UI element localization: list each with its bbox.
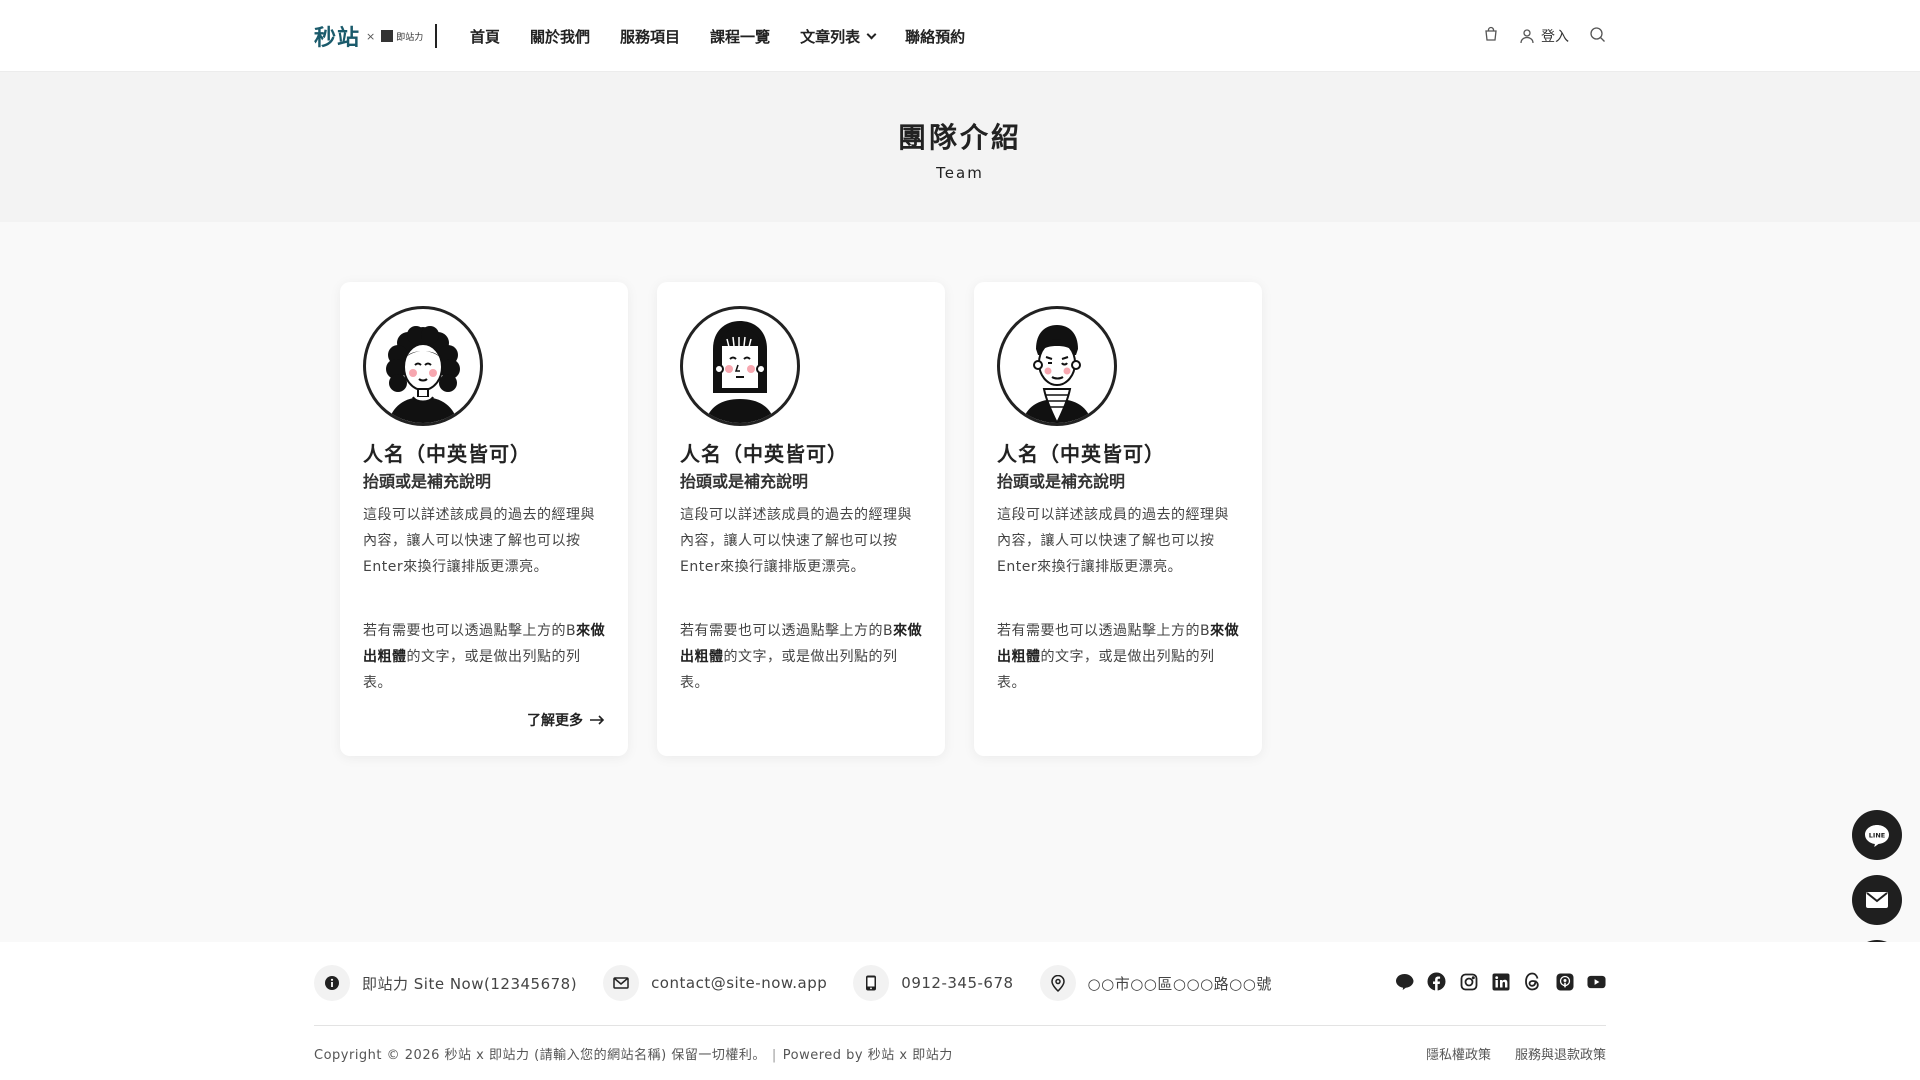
email-button[interactable] bbox=[1852, 875, 1902, 925]
copyright: Copyright © 2026 秒站 x 即站力 (請輸入您的網站名稱) 保留… bbox=[314, 1044, 953, 1063]
member-role: 抬頭或是補充說明 bbox=[363, 472, 492, 491]
team-section: 人名（中英皆可） 抬頭或是補充說明 這段可以詳述該成員的過去的經理與內容，讓人可… bbox=[0, 222, 1920, 942]
nav-label: 聯絡預約 bbox=[905, 27, 966, 46]
logo-x-text: × bbox=[366, 29, 376, 43]
privacy-policy-link[interactable]: 隱私權政策 bbox=[1426, 1044, 1491, 1063]
footer-contacts: 即站力 Site Now(12345678) contact@site-now.… bbox=[314, 964, 1272, 1002]
login-button[interactable]: 登入 bbox=[1519, 26, 1569, 46]
search-icon[interactable] bbox=[1589, 26, 1606, 47]
nav-label: 課程一覽 bbox=[710, 27, 771, 46]
nav-item-courses[interactable]: 課程一覽 bbox=[710, 26, 770, 47]
refund-policy-link[interactable]: 服務與退款政策 bbox=[1515, 1044, 1606, 1063]
company-text: 即站力 Site Now(12345678) bbox=[362, 974, 578, 993]
site-logo[interactable]: 秒站 × 即站力 bbox=[314, 20, 423, 52]
footer-address: ○○市○○區○○○路○○號 bbox=[1039, 965, 1272, 1001]
powered-by-text: Powered by 秒站 x 即站力 bbox=[782, 1048, 953, 1063]
logo-divider bbox=[435, 24, 437, 48]
member-description-extra: 若有需要也可以透過點擊上方的B來做出粗體的文字，或是做出列點的列表。 bbox=[363, 618, 608, 696]
cart-icon[interactable] bbox=[1483, 26, 1499, 46]
learn-more-link[interactable]: 了解更多 bbox=[527, 710, 605, 730]
member-name: 人名（中英皆可） bbox=[997, 442, 1165, 466]
phone-text: 0912-345-678 bbox=[901, 974, 1014, 992]
member-description: 這段可以詳述該成員的過去的經理與內容，讓人可以快速了解也可以按Enter來換行讓… bbox=[680, 507, 912, 575]
nav-label: 文章列表 bbox=[800, 27, 861, 46]
member-name: 人名（中英皆可） bbox=[363, 442, 531, 466]
mail-icon bbox=[1866, 892, 1888, 908]
page-subtitle: Team bbox=[936, 164, 984, 182]
svg-text:LINE: LINE bbox=[1869, 832, 1885, 840]
member-description-extra: 若有需要也可以透過點擊上方的B來做出粗體的文字，或是做出列點的列表。 bbox=[680, 618, 925, 696]
info-icon bbox=[314, 965, 350, 1001]
logo-sub: 即站力 bbox=[381, 30, 423, 43]
login-label: 登入 bbox=[1541, 29, 1569, 45]
location-pin-icon bbox=[1039, 965, 1076, 1001]
site-footer: 即站力 Site Now(12345678) contact@site-now.… bbox=[0, 942, 1920, 1080]
nav-label: 服務項目 bbox=[620, 27, 681, 46]
phone-icon bbox=[853, 965, 890, 1001]
avatar bbox=[997, 306, 1117, 426]
copyright-text: Copyright © 2026 秒站 x 即站力 (請輸入您的網站名稱) 保留… bbox=[314, 1048, 766, 1063]
member-description-extra: 若有需要也可以透過點擊上方的B來做出粗體的文字，或是做出列點的列表。 bbox=[997, 618, 1242, 696]
member-role: 抬頭或是補充說明 bbox=[997, 472, 1126, 491]
nav-item-contact[interactable]: 聯絡預約 bbox=[905, 26, 965, 47]
footer-email[interactable]: contact@site-now.app bbox=[603, 965, 827, 1001]
desc-text: 若有需要也可以透過點擊上方的B bbox=[363, 623, 577, 639]
logo-main-text: 秒站 bbox=[314, 26, 361, 51]
arrow-right-icon bbox=[590, 715, 605, 725]
nav-item-services[interactable]: 服務項目 bbox=[620, 26, 680, 47]
chevron-down-icon bbox=[866, 29, 877, 39]
email-text: contact@site-now.app bbox=[651, 974, 828, 992]
line-chat-button[interactable]: LINE bbox=[1852, 810, 1902, 860]
member-description: 這段可以詳述該成員的過去的經理與內容，讓人可以快速了解也可以按Enter來換行讓… bbox=[997, 507, 1229, 575]
page-title-band: 團隊介紹 Team bbox=[0, 72, 1920, 222]
nav-item-about[interactable]: 關於我們 bbox=[530, 26, 590, 47]
youtube-icon[interactable] bbox=[1587, 972, 1606, 991]
header-actions: 登入 bbox=[1483, 0, 1606, 72]
facebook-icon[interactable] bbox=[1427, 972, 1446, 991]
linkedin-icon[interactable] bbox=[1491, 972, 1510, 991]
footer-social bbox=[1395, 972, 1606, 991]
separator: | bbox=[771, 1048, 777, 1063]
nav-label: 首頁 bbox=[470, 27, 501, 46]
user-icon bbox=[1520, 29, 1534, 44]
team-card: 人名（中英皆可） 抬頭或是補充說明 這段可以詳述該成員的過去的經理與內容，讓人可… bbox=[974, 282, 1262, 756]
podcast-icon[interactable] bbox=[1555, 972, 1574, 991]
avatar bbox=[363, 306, 483, 426]
team-card: 人名（中英皆可） 抬頭或是補充說明 這段可以詳述該成員的過去的經理與內容，讓人可… bbox=[340, 282, 628, 756]
nav-item-home[interactable]: 首頁 bbox=[470, 26, 500, 47]
logo-sub-text: 即站力 bbox=[396, 32, 424, 43]
site-header: 秒站 × 即站力 首頁 關於我們 服務項目 課程一覽 文章列表 聯絡預約 登入 bbox=[0, 0, 1920, 72]
nav-item-articles[interactable]: 文章列表 bbox=[800, 26, 877, 47]
learn-more-label: 了解更多 bbox=[527, 713, 583, 729]
address-text: ○○市○○區○○○路○○號 bbox=[1087, 974, 1272, 993]
team-card: 人名（中英皆可） 抬頭或是補充說明 這段可以詳述該成員的過去的經理與內容，讓人可… bbox=[657, 282, 945, 756]
avatar bbox=[680, 306, 800, 426]
mail-icon bbox=[603, 965, 640, 1001]
line-icon: LINE bbox=[1865, 825, 1889, 847]
desc-text: 若有需要也可以透過點擊上方的B bbox=[997, 623, 1211, 639]
footer-divider bbox=[314, 1025, 1606, 1026]
logo-square-icon bbox=[381, 30, 394, 42]
main-nav: 首頁 關於我們 服務項目 課程一覽 文章列表 聯絡預約 bbox=[470, 0, 965, 72]
desc-text: 若有需要也可以透過點擊上方的B bbox=[680, 623, 894, 639]
footer-company: 即站力 Site Now(12345678) bbox=[314, 965, 577, 1001]
member-role: 抬頭或是補充說明 bbox=[680, 472, 809, 491]
page-title: 團隊介紹 bbox=[897, 121, 1022, 154]
instagram-icon[interactable] bbox=[1459, 972, 1478, 991]
footer-phone[interactable]: 0912-345-678 bbox=[853, 965, 1013, 1001]
threads-icon[interactable] bbox=[1523, 972, 1542, 991]
member-description: 這段可以詳述該成員的過去的經理與內容，讓人可以快速了解也可以按Enter來換行讓… bbox=[363, 507, 595, 575]
line-icon[interactable] bbox=[1395, 972, 1414, 991]
nav-label: 關於我們 bbox=[530, 27, 591, 46]
footer-links: 隱私權政策 服務與退款政策 bbox=[1426, 1044, 1606, 1063]
member-name: 人名（中英皆可） bbox=[680, 442, 848, 466]
